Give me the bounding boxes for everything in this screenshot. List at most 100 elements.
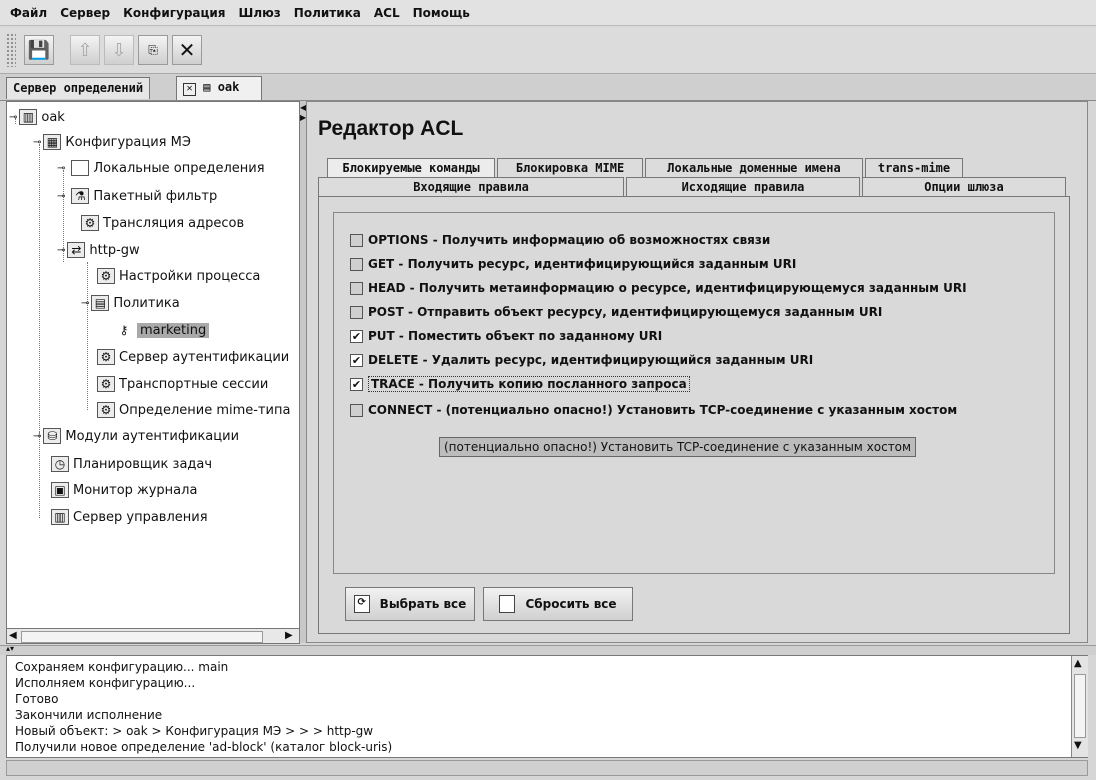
command-label: HEAD - Получить метаинформацию о ресурсе…: [368, 281, 967, 295]
tree-item-policy[interactable]: ⊸ ▤ Политика: [81, 291, 180, 315]
tab-trans-mime[interactable]: trans-mime: [865, 158, 963, 177]
tree-item-marketing[interactable]: ⚷ marketing: [115, 318, 210, 342]
collapse-icon[interactable]: ⊸: [57, 245, 65, 256]
scroll-down-icon[interactable]: ▼: [1074, 740, 1082, 751]
tree-item-nat[interactable]: ⚙ Трансляция адресов: [81, 211, 244, 235]
menu-acl[interactable]: ACL: [374, 6, 400, 20]
copy-button[interactable]: ⎘: [138, 35, 168, 65]
tree-item-mime-def[interactable]: ⚙ Определение mime-типа: [97, 398, 290, 422]
tree-item-transport-sessions[interactable]: ⚙ Транспортные сессии: [97, 372, 268, 396]
toolbar-grip[interactable]: [6, 33, 16, 67]
tree-item-oak[interactable]: ⊸ ▥ oak: [9, 105, 65, 129]
command-delete[interactable]: ✔ DELETE - Удалить ресурс, идентифицирую…: [350, 351, 813, 369]
scroll-left-icon[interactable]: ◀: [9, 630, 17, 641]
command-post[interactable]: POST - Отправить объект ресурсу, идентиф…: [350, 303, 882, 321]
log-vertical-scrollbar[interactable]: ▲ ▼: [1071, 656, 1088, 757]
expand-icon[interactable]: ⊸: [57, 191, 65, 202]
command-label: OPTIONS - Получить информацию об возможн…: [368, 233, 771, 247]
checkbox-delete[interactable]: ✔: [350, 353, 363, 367]
tree-label: Транспортные сессии: [119, 376, 269, 392]
tab-outgoing-rules[interactable]: Исходящие правила: [626, 177, 860, 196]
tree-item-local-defs[interactable]: ⊸ Локальные определения: [57, 156, 265, 180]
expand-icon[interactable]: ⊸: [57, 163, 65, 174]
checkbox-post[interactable]: [350, 305, 363, 319]
save-button[interactable]: 💾: [24, 35, 54, 65]
tree-label: Монитор журнала: [73, 482, 198, 498]
reset-all-button[interactable]: Сбросить все: [483, 587, 633, 621]
close-tab-icon[interactable]: ✕: [183, 83, 196, 96]
tree-item-log-monitor[interactable]: ▣ Монитор журнала: [51, 478, 197, 502]
menu-gateway[interactable]: Шлюз: [239, 6, 281, 20]
expand-icon[interactable]: ⊸: [33, 431, 41, 442]
command-trace[interactable]: ✔ TRACE - Получить копию посланного запр…: [350, 375, 690, 393]
tab-blocked-commands[interactable]: Блокируемые команды: [327, 158, 495, 177]
scroll-thumb[interactable]: [1074, 674, 1086, 738]
menu-file[interactable]: Файл: [10, 6, 47, 20]
tab-local-domain-names[interactable]: Локальные доменные имена: [645, 158, 863, 177]
monitor-icon: ▣: [51, 482, 69, 498]
tree-horizontal-scrollbar[interactable]: ◀ ▶: [6, 628, 300, 644]
command-head[interactable]: HEAD - Получить метаинформацию о ресурсе…: [350, 279, 967, 297]
firewall-config-icon: ▦: [43, 134, 62, 150]
tree-item-mgmt-server[interactable]: ▥ Сервер управления: [51, 505, 208, 529]
settings-icon: ⚙: [97, 349, 115, 365]
menu-configuration[interactable]: Конфигурация: [123, 6, 225, 20]
log-splitter[interactable]: ▴▾: [0, 644, 1096, 655]
command-options[interactable]: OPTIONS - Получить информацию об возможн…: [350, 231, 770, 249]
command-get[interactable]: GET - Получить ресурс, идентифицирующийс…: [350, 255, 796, 273]
tab-gateway-options[interactable]: Опции шлюза: [862, 177, 1066, 196]
menu-server[interactable]: Сервер: [60, 6, 110, 20]
page-title: Редактор ACL: [318, 117, 464, 140]
log-line: Новый объект: > oak > Конфигурация МЭ > …: [15, 724, 374, 738]
select-all-label: Выбрать все: [379, 597, 467, 611]
collapse-icon[interactable]: ⊸: [33, 137, 41, 148]
checkbox-options[interactable]: [350, 233, 363, 247]
log-line: Получили новое определение 'ad-block' (к…: [15, 740, 393, 754]
select-all-button[interactable]: ⟳ Выбрать все: [345, 587, 475, 621]
command-label: DELETE - Удалить ресурс, идентифицирующи…: [368, 353, 814, 367]
checkbox-get[interactable]: [350, 257, 363, 271]
checkbox-connect[interactable]: [350, 403, 363, 417]
checkbox-put[interactable]: ✔: [350, 329, 363, 343]
arrow-up-icon: ⇧: [77, 39, 93, 61]
tab-mime-blocking[interactable]: Блокировка MIME: [497, 158, 643, 177]
delete-button[interactable]: ✕: [172, 35, 202, 65]
server-icon: ▥: [51, 509, 69, 525]
command-put[interactable]: ✔ PUT - Поместить объект по заданному UR…: [350, 327, 662, 345]
document-tabs: Сервер определений ✕ ▤ oak: [0, 74, 1096, 101]
floppy-icon: 💾: [27, 39, 51, 61]
tree-item-process-settings[interactable]: ⚙ Настройки процесса: [97, 264, 260, 288]
tree-label: Локальные определения: [93, 160, 265, 176]
move-up-button[interactable]: ⇧: [70, 35, 100, 65]
tree-item-auth-modules[interactable]: ⊸ ⛁ Модули аутентификации: [33, 424, 239, 448]
tree-item-scheduler[interactable]: ◷ Планировщик задач: [51, 452, 212, 476]
tree-item-http-gw[interactable]: ⊸ ⇄ http-gw: [57, 238, 140, 262]
checkbox-head[interactable]: [350, 281, 363, 295]
tree-item-fw-config[interactable]: ⊸ ▦ Конфигурация МЭ: [33, 130, 191, 154]
tab-definitions-server[interactable]: Сервер определений: [6, 77, 151, 99]
tab-oak[interactable]: ✕ ▤ oak: [176, 76, 262, 100]
tree-item-auth-server[interactable]: ⚙ Сервер аутентификации: [97, 345, 289, 369]
scroll-thumb[interactable]: [21, 631, 263, 643]
splitter-arrows-icon[interactable]: ▴▾: [6, 644, 14, 653]
menu-help[interactable]: Помощь: [413, 6, 470, 20]
policy-icon: ▤: [91, 295, 110, 311]
checkbox-trace[interactable]: ✔: [350, 377, 363, 391]
blank-document-icon: [499, 595, 516, 613]
scroll-right-icon[interactable]: ▶: [285, 630, 293, 641]
collapse-icon[interactable]: ⊸: [81, 298, 89, 309]
navigation-tree: ⊸ ▥ oak ⊸ ▦ Конфигурация МЭ ⊸ Локальные …: [6, 101, 300, 643]
arrow-down-icon: ⇩: [111, 39, 127, 61]
tree-item-packet-filter[interactable]: ⊸ ⚗ Пакетный фильтр: [57, 184, 217, 208]
tree-label: http-gw: [89, 242, 140, 258]
menu-policy[interactable]: Политика: [294, 6, 361, 20]
scroll-up-icon[interactable]: ▲: [1074, 658, 1082, 669]
command-connect[interactable]: CONNECT - (потенциально опасно!) Установ…: [350, 401, 957, 419]
tab-incoming-rules[interactable]: Входящие правила: [318, 177, 624, 196]
database-icon: ⛁: [43, 428, 62, 444]
tooltip: (потенциально опасно!) Установить TCP-со…: [439, 437, 917, 457]
tab-oak-label: oak: [217, 80, 240, 94]
move-down-button[interactable]: ⇩: [104, 35, 134, 65]
settings-icon: ⚙: [97, 376, 115, 392]
collapse-icon[interactable]: ⊸: [9, 112, 17, 123]
